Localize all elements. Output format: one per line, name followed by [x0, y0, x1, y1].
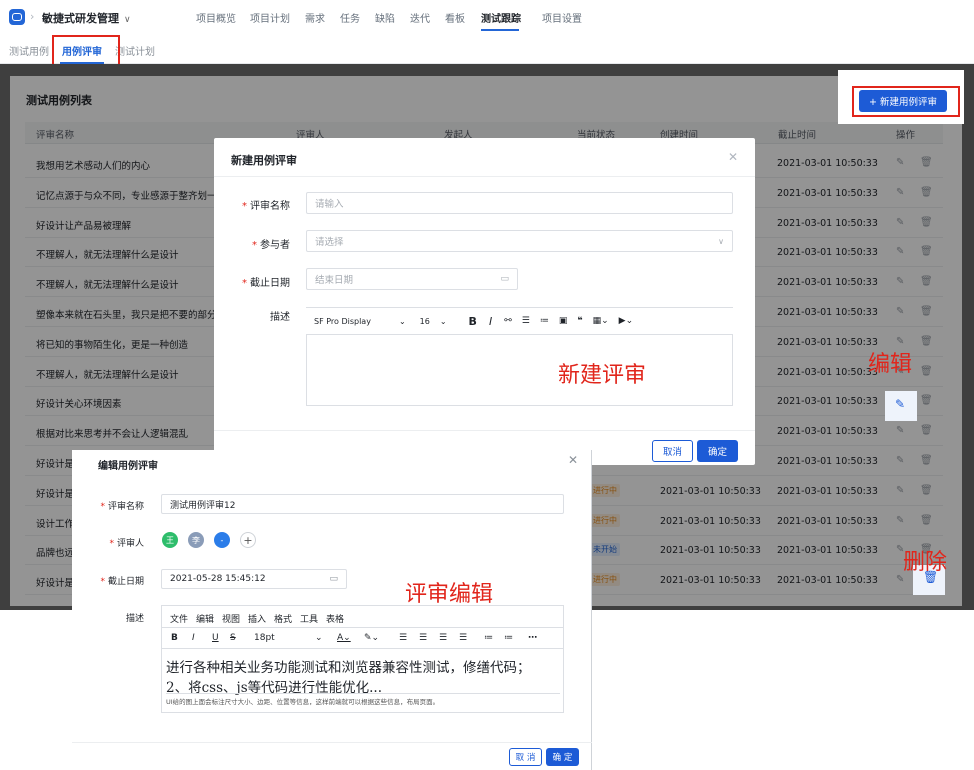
rich-text-toolbar: SF Pro Display ⌄ 16 ⌄ B I ⚯ ☰ ≔ ▣ ❝ ▦⌄ ▶… — [306, 307, 733, 334]
menu-file[interactable]: 文件 — [170, 612, 188, 625]
tab-board[interactable]: 看板 — [445, 10, 465, 25]
edit-cancel-button[interactable]: 取 消 — [509, 748, 542, 766]
active-tab-indicator — [481, 29, 519, 31]
annotation-edit: 编辑 — [868, 352, 913, 377]
menu-tools[interactable]: 工具 — [300, 612, 318, 625]
numbered-list-icon[interactable]: ≔ — [504, 633, 513, 643]
tab-project-settings[interactable]: 项目设置 — [542, 10, 582, 25]
bold-icon[interactable]: B — [469, 315, 477, 328]
table-icon[interactable]: ▦⌄ — [593, 316, 609, 326]
align-left-icon[interactable]: ☰ — [399, 633, 407, 643]
menu-view[interactable]: 视图 — [222, 612, 240, 625]
close-icon[interactable]: ✕ — [728, 150, 738, 164]
content-line-1: 进行各种相关业务功能测试和浏览器兼容性测试，修缮代码； — [166, 660, 531, 676]
highlight-box-new-button — [852, 86, 960, 117]
app-logo-icon[interactable] — [9, 9, 25, 25]
deadline-label: * 截止日期 — [242, 278, 290, 289]
chevron-down-icon[interactable]: ⌄ — [399, 317, 406, 326]
divider — [214, 176, 755, 177]
avatar[interactable]: 李 — [188, 532, 204, 548]
tab-tasks[interactable]: 任务 — [340, 10, 360, 25]
strikethrough-icon[interactable]: S — [230, 633, 236, 643]
subtab-test-plan[interactable]: 测试计划 — [115, 43, 155, 58]
subtab-test-cases[interactable]: 测试用例 — [9, 43, 49, 58]
image-icon[interactable]: ▣ — [559, 316, 568, 326]
italic-icon[interactable]: I — [489, 315, 492, 328]
divider — [214, 430, 755, 431]
menu-insert[interactable]: 插入 — [248, 612, 266, 625]
menu-format[interactable]: 格式 — [274, 612, 292, 625]
tab-test-tracking[interactable]: 测试跟踪 — [481, 10, 521, 25]
avatar[interactable]: - — [214, 532, 230, 548]
tab-requirements[interactable]: 需求 — [305, 10, 325, 25]
edit-icon[interactable]: ✎ — [895, 397, 905, 411]
tab-iterations[interactable]: 迭代 — [410, 10, 430, 25]
font-size-select[interactable]: 16 — [420, 317, 430, 326]
align-center-icon[interactable]: ☰ — [419, 633, 427, 643]
name-label: * 评审名称 — [242, 201, 290, 212]
edit-deadline-picker[interactable]: 2021-05-28 15:45:12 ▭ — [161, 569, 347, 589]
add-reviewer-icon[interactable]: + — [240, 532, 256, 548]
avatar[interactable]: 王 — [162, 532, 178, 548]
bullet-list-icon[interactable]: ≔ — [484, 633, 493, 643]
chevron-down-icon: ∨ — [718, 236, 724, 246]
numbered-list-icon[interactable]: ≔ — [540, 316, 549, 326]
participants-label: * 参与者 — [252, 240, 290, 251]
edit-confirm-button[interactable]: 确 定 — [546, 748, 579, 766]
chevron-right-icon: › — [30, 10, 35, 23]
content-note: UI给的图上面会标注尺寸大小、边距、位置等信息，这样前端就可以根据这些信息，布局… — [166, 698, 440, 706]
close-icon[interactable]: ✕ — [568, 453, 578, 467]
underline-icon[interactable]: U — [212, 633, 219, 643]
chevron-down-icon[interactable]: ⌄ — [440, 317, 447, 326]
tab-plan[interactable]: 项目计划 — [250, 10, 290, 25]
edit-modal-title: 编辑用例评审 — [98, 461, 158, 472]
italic-icon[interactable]: I — [192, 633, 195, 643]
review-name-input[interactable]: 请输入 — [306, 192, 733, 214]
confirm-button[interactable]: 确定 — [697, 440, 738, 462]
menu-table[interactable]: 表格 — [326, 612, 344, 625]
align-right-icon[interactable]: ☰ — [439, 633, 447, 643]
video-icon[interactable]: ▶⌄ — [619, 316, 633, 326]
chevron-down-icon: ∨ — [124, 15, 131, 25]
menu-edit[interactable]: 编辑 — [196, 612, 214, 625]
calendar-icon: ▭ — [500, 274, 509, 284]
link-icon[interactable]: ⚯ — [504, 316, 512, 326]
tab-overview[interactable]: 项目概览 — [196, 10, 236, 25]
bold-icon[interactable]: B — [171, 633, 178, 643]
edit-deadline-label: * 截止日期 — [100, 577, 144, 587]
editor-format-bar: B I U S 18pt ⌄ A⌄ ✎⌄ ☰ ☰ ☰ ☰ ≔ ≔ ⋯ — [161, 627, 564, 649]
divider — [72, 742, 592, 743]
highlight-icon[interactable]: ✎⌄ — [364, 633, 379, 643]
divider — [166, 693, 560, 694]
font-size-select[interactable]: 18pt — [254, 633, 275, 643]
deadline-date-picker[interactable]: 结束日期 ▭ — [306, 268, 518, 290]
calendar-icon: ▭ — [329, 574, 338, 584]
annotation-new-review: 新建评审 — [558, 363, 647, 388]
bullet-list-icon[interactable]: ☰ — [522, 316, 530, 326]
description-editor[interactable] — [306, 334, 733, 406]
editor-menu-bar: 文件 编辑 视图 插入 格式 工具 表格 — [161, 605, 564, 627]
new-review-modal — [214, 138, 755, 465]
annotation-review-edit: 评审编辑 — [405, 582, 494, 607]
project-switcher[interactable]: 敏捷式研发管理 ∨ — [42, 10, 131, 26]
edit-description-label: 描述 — [125, 614, 144, 624]
reviewers-label: * 评审人 — [109, 539, 144, 549]
cancel-button[interactable]: 取消 — [652, 440, 693, 462]
edit-review-name-input[interactable]: 测试用例评审12 — [161, 494, 564, 514]
quote-icon[interactable]: ❝ — [577, 316, 582, 326]
text-color-icon[interactable]: A⌄ — [337, 633, 351, 643]
font-family-select[interactable]: SF Pro Display — [314, 317, 371, 326]
more-icon[interactable]: ⋯ — [528, 633, 537, 643]
tab-defects[interactable]: 缺陷 — [375, 10, 395, 25]
edit-name-label: * 评审名称 — [100, 502, 144, 512]
align-justify-icon[interactable]: ☰ — [459, 633, 467, 643]
top-bar: › 敏捷式研发管理 ∨ 项目概览 项目计划 需求 任务 缺陷 迭代 看板 测试跟踪… — [0, 0, 974, 34]
description-label: 描述 — [270, 312, 290, 323]
chevron-down-icon[interactable]: ⌄ — [315, 633, 323, 643]
participants-select[interactable]: 请选择 ∨ — [306, 230, 733, 252]
annotation-delete: 删除 — [903, 550, 948, 575]
new-modal-title: 新建用例评审 — [231, 154, 297, 167]
